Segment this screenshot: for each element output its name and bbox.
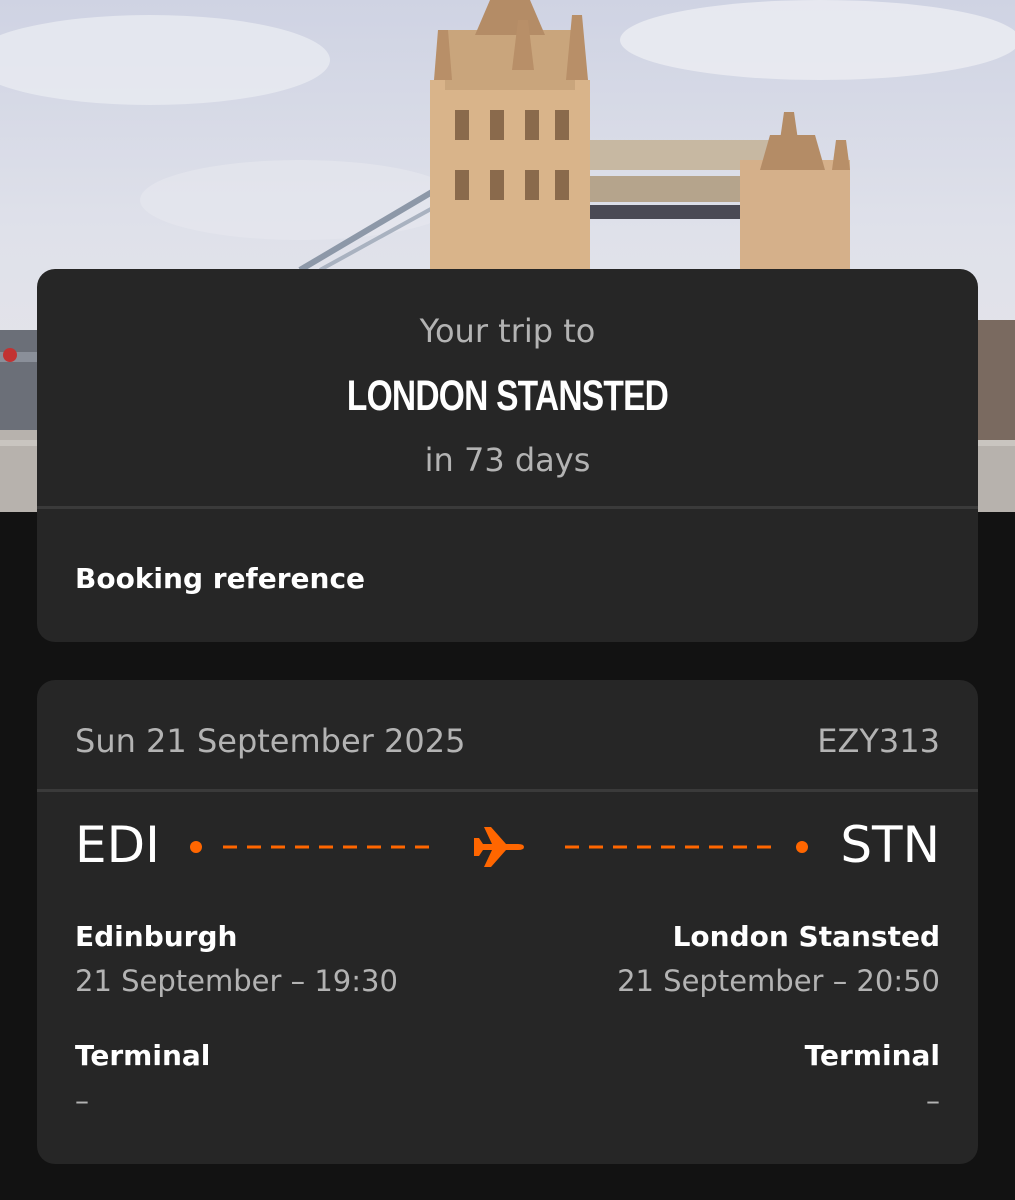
arrival-time: 21 September – 20:50 [617, 964, 940, 998]
origin-city: Edinburgh [75, 920, 238, 953]
origin-terminal-value: – [75, 1084, 89, 1117]
flight-card[interactable]: Sun 21 September 2025 EZY313 EDI STN Edi… [37, 680, 978, 1164]
destination-terminal-value: – [926, 1084, 940, 1117]
plane-icon [474, 827, 524, 867]
origin-terminal-label: Terminal [75, 1039, 211, 1072]
booking-reference-label: Booking reference [75, 562, 366, 595]
departure-time: 21 September – 19:30 [75, 964, 398, 998]
trip-pre-title: Your trip to [419, 312, 596, 350]
origin-dot [190, 841, 202, 853]
trip-screen: Your trip to LONDON STANSTED in 73 days … [0, 0, 1015, 1200]
flight-number: EZY313 [817, 722, 940, 760]
destination-city: London Stansted [672, 920, 940, 953]
flight-date: Sun 21 September 2025 [75, 722, 466, 760]
trip-destination: LONDON STANSTED [346, 372, 669, 420]
trip-header: Your trip to LONDON STANSTED in 73 days [37, 269, 978, 509]
flight-route: EDI STN [37, 815, 978, 875]
route-line [190, 827, 808, 867]
trip-summary-card[interactable]: Your trip to LONDON STANSTED in 73 days … [37, 269, 978, 642]
destination-terminal-label: Terminal [804, 1039, 940, 1072]
flight-header: Sun 21 September 2025 EZY313 [37, 680, 978, 792]
destination-dot [796, 841, 808, 853]
trip-countdown: in 73 days [424, 441, 591, 479]
